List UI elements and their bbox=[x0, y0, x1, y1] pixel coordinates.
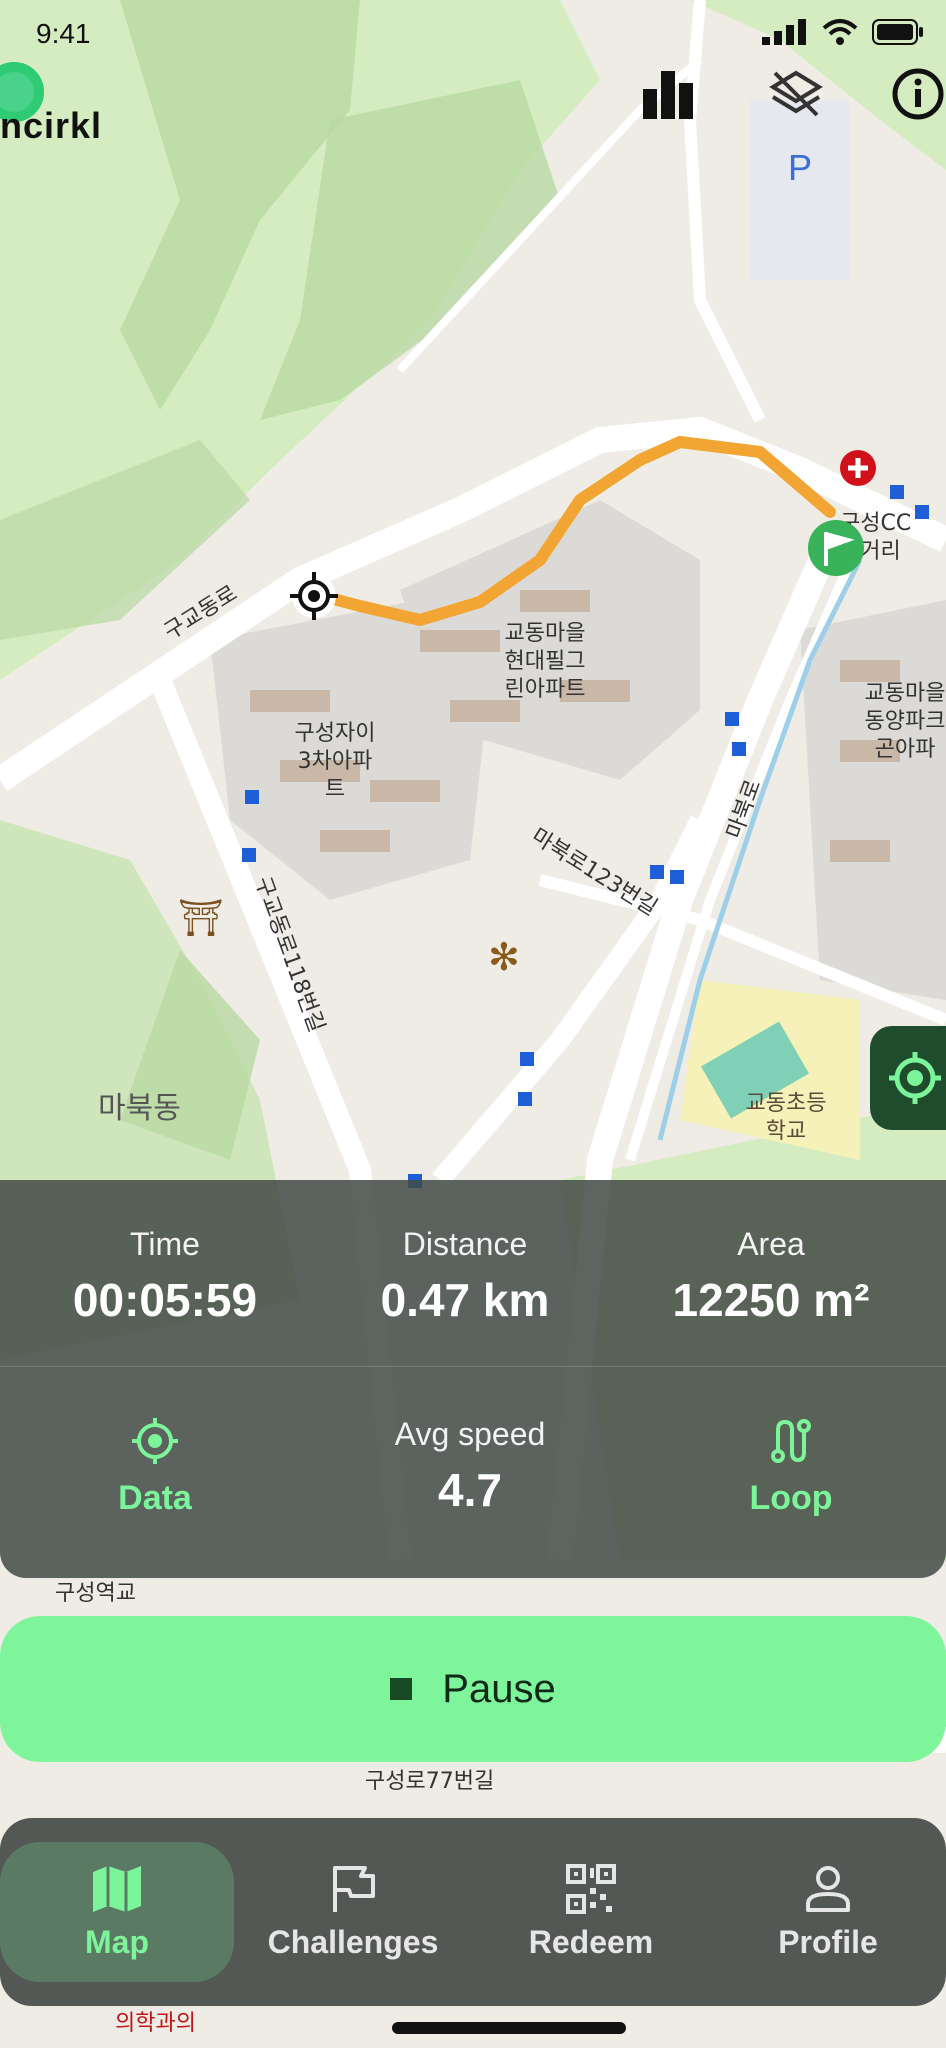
time-value: 00:05:59 bbox=[72, 1274, 258, 1326]
avg-speed-value: 4.7 bbox=[438, 1464, 502, 1516]
avg-speed-stat: Avg speed 4.7 bbox=[340, 1416, 600, 1517]
stats-divider bbox=[0, 1366, 946, 1367]
bar-chart-icon bbox=[643, 71, 693, 119]
data-label: Data bbox=[118, 1479, 192, 1517]
finish-flag-marker bbox=[808, 520, 864, 576]
brand-name: ncirkl bbox=[0, 105, 103, 146]
time-label: Time bbox=[130, 1226, 200, 1262]
time-stat: Time 00:05:59 bbox=[40, 1226, 290, 1327]
person-icon bbox=[806, 1865, 850, 1912]
wifi-icon bbox=[822, 19, 858, 45]
map-label-station: 구성역교 bbox=[55, 1581, 136, 1606]
nav-label-map: Map bbox=[85, 1923, 149, 1960]
area-value: 12250 m² bbox=[672, 1274, 870, 1326]
distance-stat: Distance 0.47 km bbox=[340, 1226, 590, 1327]
map-label-apt-3: 교동마을 동양파크 곤아파 bbox=[865, 681, 946, 762]
crosshair-icon bbox=[889, 1052, 941, 1104]
nav-item-map[interactable]: Map bbox=[0, 1818, 234, 2006]
area-label: Area bbox=[737, 1226, 805, 1262]
distance-label: Distance bbox=[402, 1226, 528, 1262]
loop-label: Loop bbox=[749, 1479, 833, 1517]
nav-label-challenges: Challenges bbox=[267, 1923, 439, 1960]
map-label-road-5: 구성로77번길 bbox=[365, 1769, 494, 1794]
pause-icon bbox=[390, 1678, 413, 1700]
loop-button[interactable]: Loop bbox=[706, 1416, 876, 1518]
nav-label-profile: Profile bbox=[778, 1923, 878, 1960]
info-button[interactable] bbox=[886, 62, 946, 126]
bottom-nav: Map Challenges Redeem Profile bbox=[0, 1818, 946, 2006]
layers-button[interactable] bbox=[764, 62, 828, 126]
nav-item-redeem[interactable]: Redeem bbox=[472, 1818, 710, 2006]
svg-text:⛩: ⛩ bbox=[178, 898, 224, 939]
stats-button[interactable] bbox=[636, 62, 700, 126]
distance-value: 0.47 km bbox=[380, 1274, 550, 1326]
stats-panel: Time 00:05:59 Distance 0.47 km Area 1225… bbox=[0, 1180, 946, 1578]
svg-text:P: P bbox=[788, 147, 812, 188]
svg-text:✻: ✻ bbox=[488, 935, 520, 979]
signal-icon bbox=[762, 19, 806, 45]
status-time: 9:41 bbox=[36, 18, 91, 49]
info-icon bbox=[892, 68, 944, 120]
map-label-district: 마북동 bbox=[98, 1091, 181, 1126]
flag-icon bbox=[333, 1865, 375, 1912]
layers-off-icon bbox=[769, 70, 823, 117]
battery-icon bbox=[872, 19, 923, 45]
nav-item-challenges[interactable]: Challenges bbox=[234, 1818, 472, 2006]
nav-item-profile[interactable]: Profile bbox=[710, 1818, 946, 2006]
route-icon bbox=[771, 1419, 811, 1463]
nav-label-redeem: Redeem bbox=[528, 1923, 654, 1960]
map-icon bbox=[93, 1865, 141, 1912]
home-indicator bbox=[392, 2022, 626, 2034]
qr-code-icon bbox=[566, 1863, 616, 1914]
area-stat: Area 12250 m² bbox=[636, 1226, 906, 1327]
status-icons bbox=[762, 18, 924, 46]
locate-me-button[interactable] bbox=[870, 1026, 946, 1130]
pause-button[interactable]: Pause bbox=[0, 1616, 946, 1762]
map-label-clinic: 의학과의 bbox=[115, 2011, 196, 2036]
map-label-apt-1: 교동마을 현대필그 린아파트 bbox=[505, 621, 586, 702]
avg-speed-label: Avg speed bbox=[394, 1416, 546, 1452]
target-icon bbox=[132, 1418, 178, 1464]
pause-label: Pause bbox=[442, 1666, 556, 1711]
data-button[interactable]: Data bbox=[70, 1416, 240, 1518]
